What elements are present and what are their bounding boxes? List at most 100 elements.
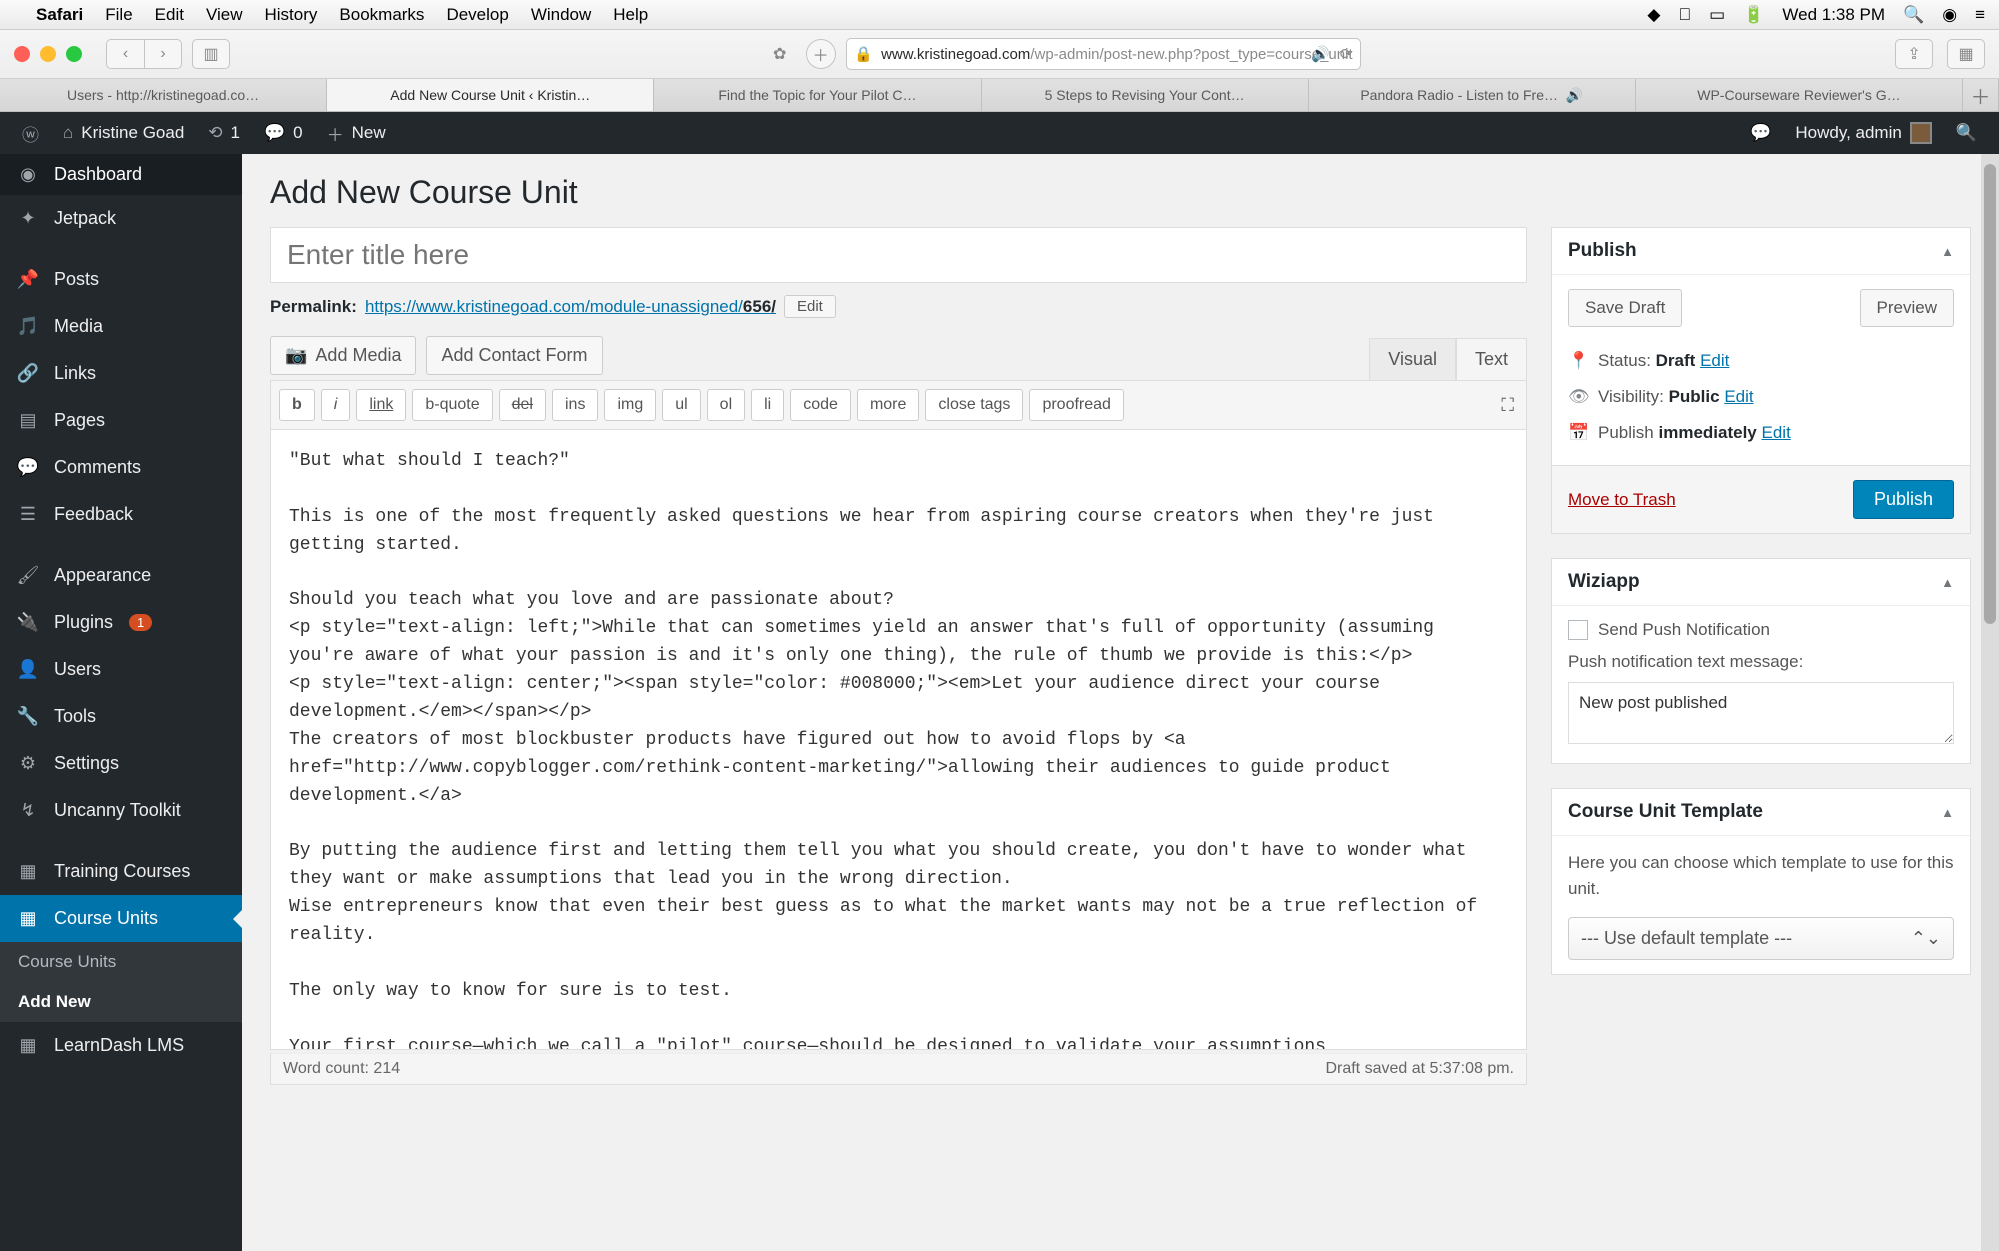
forward-button[interactable]: ›	[144, 39, 182, 69]
post-content-textarea[interactable]	[270, 430, 1527, 1050]
sidebar-item-comments[interactable]: 💬Comments	[0, 444, 242, 491]
minimize-window-icon[interactable]	[40, 46, 56, 62]
menu-edit[interactable]: Edit	[155, 5, 184, 25]
add-page-button[interactable]: ＋	[806, 39, 836, 69]
airplay-icon[interactable]: ▭	[1709, 5, 1725, 25]
share-button[interactable]: ⇪	[1895, 39, 1933, 69]
zoom-window-icon[interactable]	[66, 46, 82, 62]
template-select[interactable]: --- Use default template ---⌃⌄	[1568, 917, 1954, 960]
scrollbar[interactable]	[1981, 154, 1999, 1251]
browser-tab[interactable]: Pandora Radio - Listen to Fre… 🔊	[1309, 79, 1636, 111]
sidebar-item-dashboard[interactable]: ◉Dashboard	[0, 154, 242, 195]
browser-tab[interactable]: Users - http://kristinegoad.co…	[0, 79, 327, 111]
post-title-input[interactable]	[270, 227, 1527, 283]
browser-tab[interactable]: 5 Steps to Revising Your Cont…	[982, 79, 1309, 111]
quicktag-li[interactable]: li	[751, 389, 784, 421]
updates-link[interactable]: ⟲1	[196, 112, 252, 154]
sidebar-subitem[interactable]: Add New	[0, 982, 242, 1022]
push-notification-checkbox[interactable]	[1568, 620, 1588, 640]
notifications-icon[interactable]: ≡	[1975, 5, 1985, 25]
browser-tab[interactable]: Find the Topic for Your Pilot C…	[654, 79, 981, 111]
wp-logo[interactable]: ⓦ	[10, 112, 51, 154]
quicktag-ins[interactable]: ins	[552, 389, 598, 421]
browser-tab[interactable]: Add New Course Unit ‹ Kristin…	[327, 79, 654, 111]
toggle-icon[interactable]: ▲	[1941, 244, 1954, 259]
browser-tab[interactable]: WP-Courseware Reviewer's G…	[1636, 79, 1963, 111]
quicktag-b[interactable]: b	[279, 389, 315, 421]
add-contact-form-button[interactable]: Add Contact Form	[426, 336, 602, 375]
extension-icon[interactable]: ✿	[764, 39, 796, 69]
fullscreen-icon[interactable]: ⛶	[1497, 391, 1518, 420]
quicktag-close-tags[interactable]: close tags	[925, 389, 1023, 421]
edit-visibility-link[interactable]: Edit	[1724, 387, 1753, 406]
sidebar-item-appearance[interactable]: 🖌Appearance	[0, 552, 242, 599]
new-tab-button[interactable]: ＋	[1963, 79, 1999, 111]
sidebar-item-learndash-lms[interactable]: ▦LearnDash LMS	[0, 1022, 242, 1069]
siri-icon[interactable]: ◉	[1942, 5, 1957, 25]
push-message-textarea[interactable]	[1568, 682, 1954, 744]
sidebar-item-feedback[interactable]: ☰Feedback	[0, 491, 242, 538]
sidebar-item-links[interactable]: 🔗Links	[0, 350, 242, 397]
toggle-icon[interactable]: ▲	[1941, 805, 1954, 820]
quicktag-link[interactable]: link	[356, 389, 406, 421]
quicktag-code[interactable]: code	[790, 389, 851, 421]
spotlight-icon[interactable]: 🔍	[1903, 5, 1924, 25]
back-button[interactable]: ‹	[106, 39, 144, 69]
toggle-icon[interactable]: ▲	[1941, 575, 1954, 590]
sidebar-item-settings[interactable]: ⚙Settings	[0, 740, 242, 787]
visual-tab[interactable]: Visual	[1369, 338, 1456, 380]
quicktag-del[interactable]: del	[499, 389, 546, 421]
sidebar-item-jetpack[interactable]: ✦Jetpack	[0, 195, 242, 242]
wifi-icon[interactable]: 􀙇	[1678, 5, 1691, 25]
notifications-icon[interactable]: 💬	[1738, 123, 1783, 143]
reader-audio-icon[interactable]: 🔊	[1311, 45, 1330, 63]
quicktag-b-quote[interactable]: b-quote	[412, 389, 492, 421]
edit-date-link[interactable]: Edit	[1762, 423, 1791, 442]
sidebar-item-training-courses[interactable]: ▦Training Courses	[0, 848, 242, 895]
sidebar-item-posts[interactable]: 📌Posts	[0, 256, 242, 303]
menu-window[interactable]: Window	[531, 5, 591, 25]
sidebar-item-tools[interactable]: 🔧Tools	[0, 693, 242, 740]
publish-button[interactable]: Publish	[1853, 480, 1954, 519]
sidebar-item-course-units[interactable]: ▦Course Units	[0, 895, 242, 942]
new-content-link[interactable]: ＋New	[315, 112, 398, 154]
menu-view[interactable]: View	[206, 5, 243, 25]
battery-icon[interactable]: 🔋	[1743, 5, 1764, 25]
quicktag-ol[interactable]: ol	[707, 389, 745, 421]
account-link[interactable]: Howdy, admin	[1783, 122, 1943, 144]
close-window-icon[interactable]	[14, 46, 30, 62]
edit-permalink-button[interactable]: Edit	[784, 295, 836, 318]
comments-link[interactable]: 💬0	[252, 112, 315, 154]
site-link[interactable]: ⌂Kristine Goad	[51, 112, 196, 154]
app-name[interactable]: Safari	[36, 5, 83, 25]
quicktag-proofread[interactable]: proofread	[1029, 389, 1124, 421]
sidebar-item-uncanny-toolkit[interactable]: ↯Uncanny Toolkit	[0, 787, 242, 834]
scrollbar-thumb[interactable]	[1984, 164, 1996, 624]
sidebar-subitem[interactable]: Course Units	[0, 942, 242, 982]
quicktag-img[interactable]: img	[604, 389, 656, 421]
url-bar[interactable]: 🔒 www.kristinegoad.com/wp-admin/post-new…	[846, 38, 1362, 70]
clock[interactable]: Wed 1:38 PM	[1782, 5, 1885, 25]
menu-file[interactable]: File	[105, 5, 132, 25]
quicktag-ul[interactable]: ul	[662, 389, 700, 421]
menu-develop[interactable]: Develop	[446, 5, 508, 25]
sidebar-item-pages[interactable]: ▤Pages	[0, 397, 242, 444]
search-icon[interactable]: 🔍	[1944, 123, 1989, 143]
permalink-url[interactable]: https://www.kristinegoad.com/module-unas…	[365, 297, 776, 317]
reload-icon[interactable]: ⟳	[1340, 45, 1353, 63]
tabs-button[interactable]: ▦	[1947, 39, 1985, 69]
sidebar-item-users[interactable]: 👤Users	[0, 646, 242, 693]
save-draft-button[interactable]: Save Draft	[1568, 289, 1682, 327]
menu-help[interactable]: Help	[613, 5, 648, 25]
add-media-button[interactable]: 📷Add Media	[270, 336, 416, 375]
sidebar-item-media[interactable]: 🎵Media	[0, 303, 242, 350]
quicktag-more[interactable]: more	[857, 389, 919, 421]
text-tab[interactable]: Text	[1456, 338, 1527, 380]
evernote-icon[interactable]: ◆	[1647, 5, 1660, 25]
sidebar-button[interactable]: ▥	[192, 39, 230, 69]
quicktag-i[interactable]: i	[321, 389, 351, 421]
sidebar-item-plugins[interactable]: 🔌Plugins1	[0, 599, 242, 646]
tab-audio-icon[interactable]: 🔊	[1566, 87, 1583, 104]
menu-history[interactable]: History	[265, 5, 318, 25]
window-controls[interactable]	[14, 46, 82, 62]
